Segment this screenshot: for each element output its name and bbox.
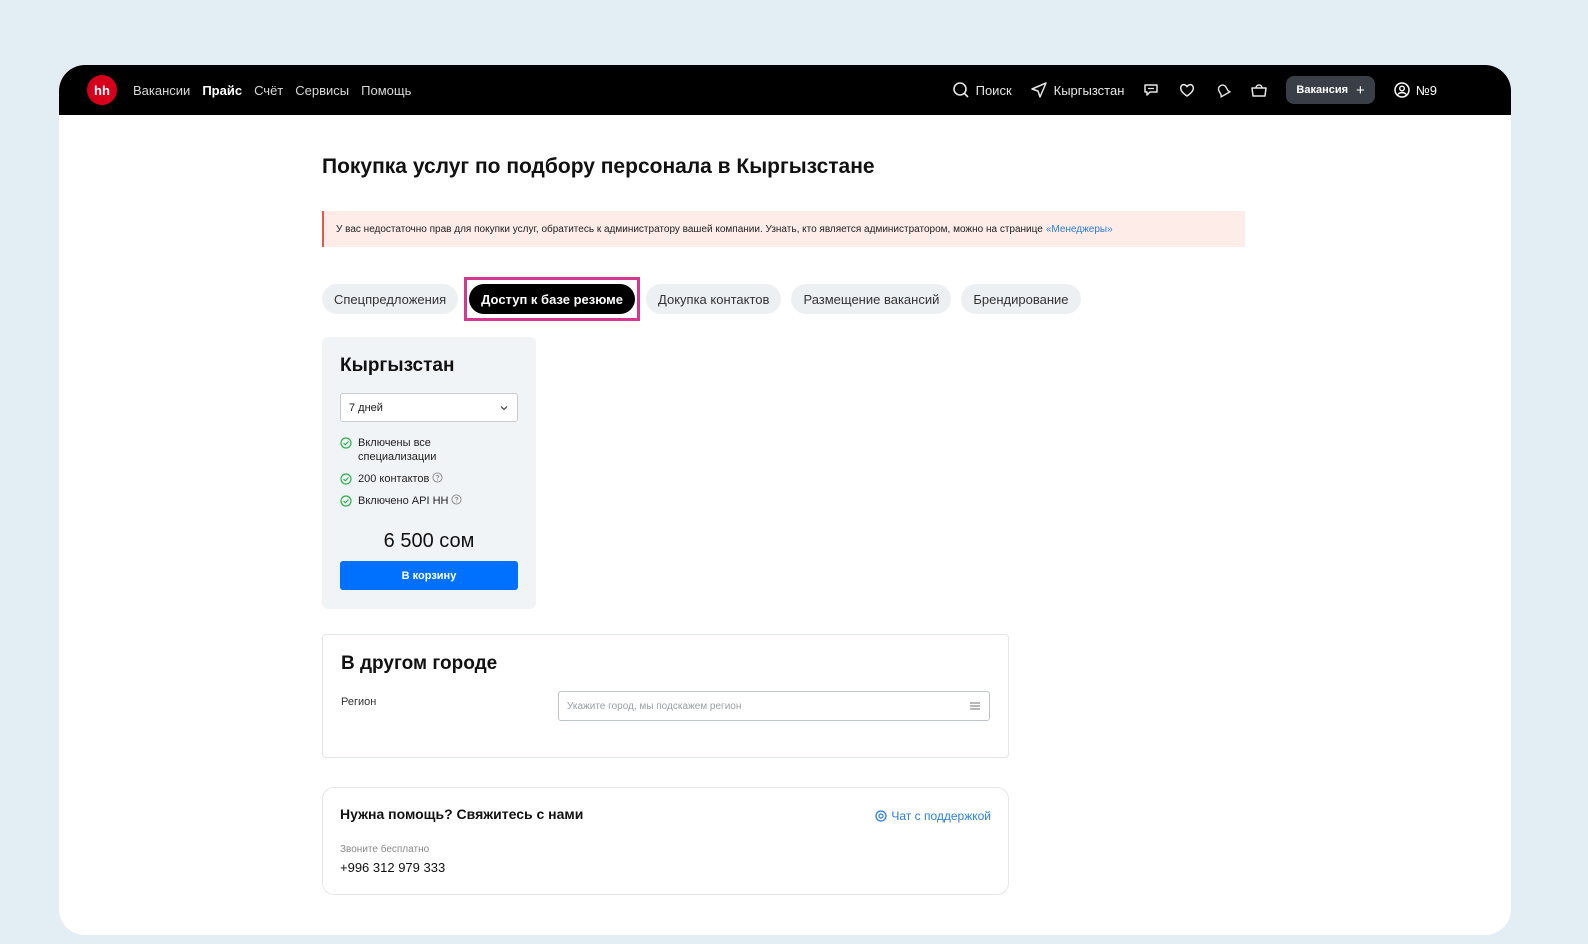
region-button[interactable]: Кыргызстан: [1030, 81, 1125, 99]
nav-link-services[interactable]: Сервисы: [295, 83, 349, 98]
search-label: Поиск: [975, 82, 1012, 98]
list-item: Включено API HH: [340, 494, 518, 508]
phone-number[interactable]: +996 312 979 333: [340, 860, 445, 875]
list-icon[interactable]: [969, 700, 981, 712]
region-input-wrapper[interactable]: [558, 691, 990, 721]
nav-link-invoice[interactable]: Счёт: [254, 83, 283, 98]
chat-button[interactable]: [1142, 81, 1160, 99]
support-icon: [875, 810, 888, 822]
top-navbar: hh Вакансии Прайс Счёт Сервисы Помощь По…: [59, 65, 1511, 115]
region-label: Кыргызстан: [1053, 82, 1125, 98]
tab-resume-database[interactable]: Доступ к базе резюме: [469, 284, 636, 314]
user-icon: [1394, 82, 1410, 98]
help-section: Нужна помощь? Свяжитесь с нами Чат с под…: [322, 787, 1009, 895]
call-label: Звоните бесплатно: [340, 844, 430, 855]
region-input[interactable]: [567, 700, 947, 712]
plus-icon: +: [1356, 81, 1365, 99]
basket-icon: [1251, 84, 1268, 97]
feature-text: Включено API HH: [358, 495, 449, 507]
feature-text: 200 контактов: [358, 473, 430, 485]
account-label: №9: [1415, 82, 1437, 98]
tab-branding[interactable]: Брендирование: [961, 284, 1081, 314]
heart-icon: [1180, 83, 1195, 97]
app-window: hh Вакансии Прайс Счёт Сервисы Помощь По…: [59, 65, 1511, 935]
section-title: В другом городе: [341, 653, 498, 674]
duration-value: 7 дней: [349, 401, 383, 414]
question-circle-icon[interactable]: [451, 494, 463, 505]
support-link-label: Чат с поддержкой: [891, 809, 991, 823]
create-vacancy-label: Вакансия: [1296, 84, 1349, 96]
location-arrow-icon: [1030, 82, 1047, 98]
service-card: Кыргызстан 7 дней Включены все специализ…: [322, 337, 536, 609]
search-button[interactable]: Поиск: [952, 81, 1012, 99]
list-item: 200 контактов: [340, 472, 518, 486]
permission-alert: У вас недостаточно прав для покупки услу…: [322, 211, 1245, 247]
check-circle-icon: [340, 473, 352, 485]
question-circle-icon[interactable]: [432, 472, 443, 483]
managers-link[interactable]: «Менеджеры»: [1046, 224, 1113, 235]
card-title: Кыргызстан: [340, 355, 455, 376]
favorites-button[interactable]: [1178, 81, 1196, 99]
hh-logo[interactable]: hh: [87, 75, 117, 105]
bell-icon: [1218, 84, 1232, 99]
add-to-cart-button[interactable]: В корзину: [340, 561, 518, 590]
region-field-label: Регион: [341, 696, 377, 708]
feature-text: Включены все специализации: [358, 437, 437, 463]
cart-button[interactable]: [1250, 81, 1268, 99]
page-title: Покупка услуг по подбору персонала в Кыр…: [322, 155, 875, 178]
feature-list: Включены все специализации 200 контактов…: [340, 436, 518, 508]
alert-text: У вас недостаточно прав для покупки услу…: [336, 223, 1043, 235]
tab-special-offers[interactable]: Спецпредложения: [322, 284, 459, 314]
create-vacancy-button[interactable]: Вакансия +: [1286, 76, 1375, 104]
service-tabs: Спецпредложения Доступ к базе резюме Док…: [322, 277, 1091, 321]
tab-vacancy-posting[interactable]: Размещение вакансий: [791, 284, 952, 314]
support-chat-link[interactable]: Чат с поддержкой: [875, 809, 991, 823]
duration-select[interactable]: 7 дней: [340, 393, 518, 422]
search-icon: [952, 82, 969, 98]
check-circle-icon: [340, 437, 352, 449]
price: 6 500 сом: [383, 530, 475, 552]
tab-buy-contacts[interactable]: Докупка контактов: [646, 284, 782, 314]
check-circle-icon: [340, 495, 352, 507]
account-button[interactable]: №9: [1393, 81, 1437, 99]
notifications-button[interactable]: [1214, 81, 1232, 99]
highlight-frame: Доступ к базе резюме: [464, 277, 641, 321]
nav-link-help[interactable]: Помощь: [361, 83, 411, 98]
nav-link-vacancies[interactable]: Вакансии: [133, 83, 190, 98]
nav-link-price[interactable]: Прайс: [202, 83, 242, 98]
navbar-actions: Поиск Кыргызстан Вакансия + №9: [934, 76, 1437, 104]
chat-icon: [1144, 84, 1159, 96]
list-item: Включены все специализации: [340, 436, 518, 464]
chevron-down-icon: [500, 405, 508, 410]
other-city-section: В другом городе Регион: [322, 634, 1009, 758]
